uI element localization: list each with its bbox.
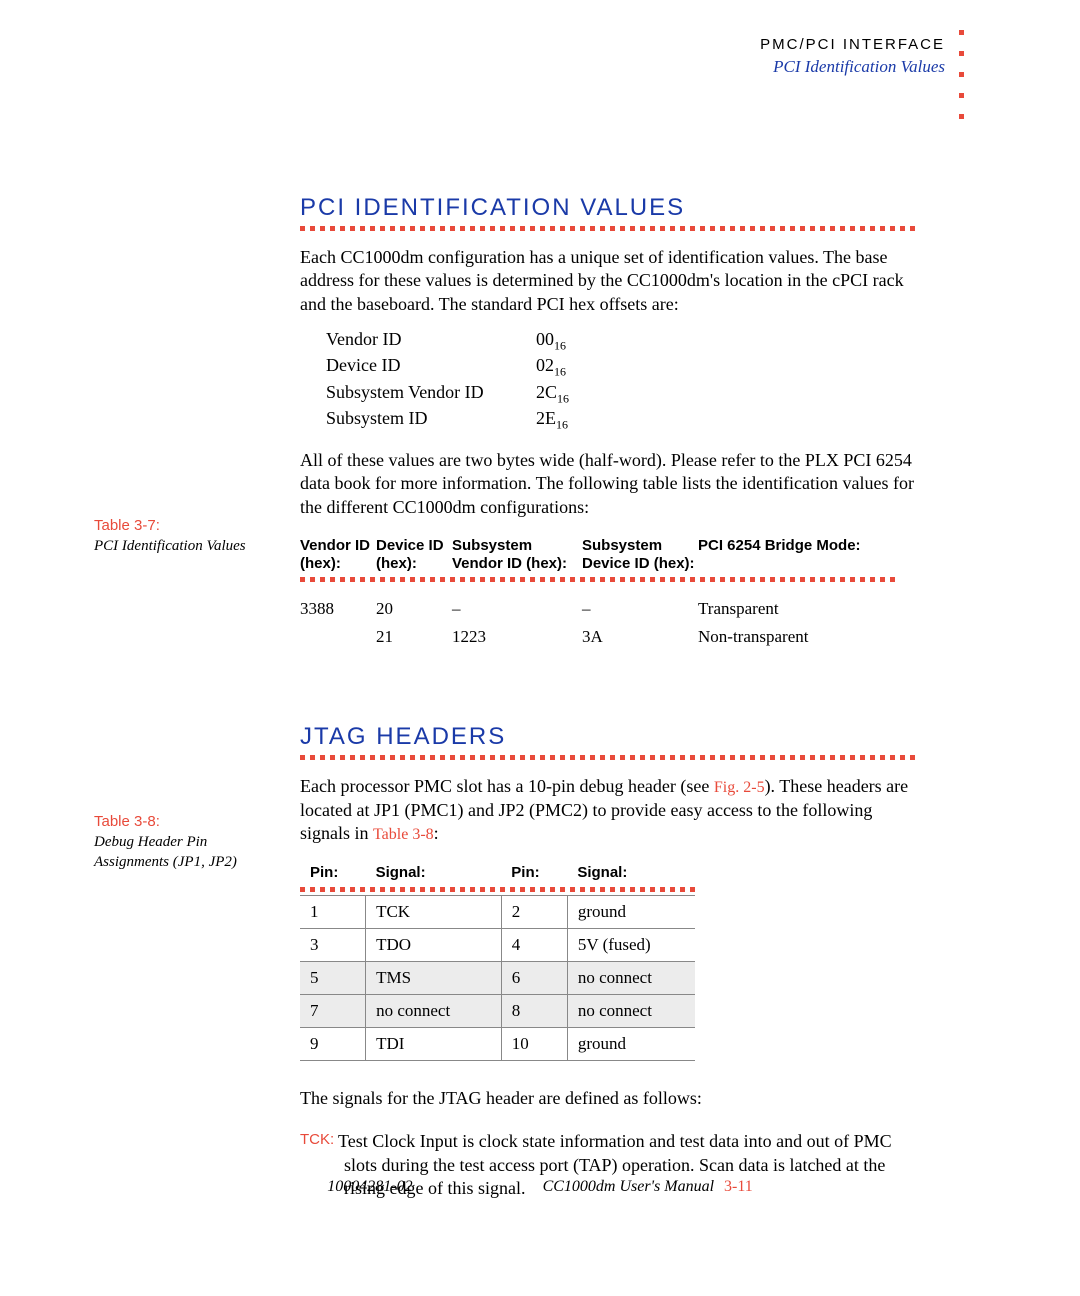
col-header: Vendor ID (hex):	[300, 537, 376, 575]
table-cell: 5V (fused)	[567, 929, 695, 962]
page-number: 3-11	[724, 1178, 753, 1195]
table-cell: Non-transparent	[698, 627, 898, 647]
col-header: Device ID (hex):	[376, 537, 452, 575]
table-cell: 5	[300, 962, 366, 995]
table-3-8-number: Table 3-8:	[94, 813, 160, 830]
table-3-7-title: PCI Identification Values	[94, 538, 246, 554]
table-cell: 9	[300, 1028, 366, 1061]
doc-number: 10004281-02	[327, 1178, 412, 1196]
table-cell: Transparent	[698, 599, 898, 619]
table-cell: ground	[567, 1028, 695, 1061]
table-cell: 10	[501, 1028, 567, 1061]
table-cell: 1	[300, 896, 366, 929]
header-section: PCI Identification Values	[760, 57, 945, 77]
dotted-rule	[300, 226, 920, 234]
link-fig-2-5[interactable]: Fig. 2-5	[714, 779, 765, 796]
col-header: Signal:	[567, 858, 695, 887]
dotted-rule	[300, 577, 900, 585]
table-cell: 6	[501, 962, 567, 995]
para-jtag-signals: The signals for the JTAG header are defi…	[300, 1087, 920, 1110]
table-row: 1TCK2ground	[300, 896, 695, 929]
table-3-7: Vendor ID (hex):Device ID (hex):Subsyste…	[300, 537, 920, 651]
manual-title: CC1000dm User's Manual	[543, 1178, 714, 1195]
table-cell: ground	[567, 896, 695, 929]
para-jtag-intro: Each processor PMC slot has a 10-pin deb…	[300, 775, 920, 846]
col-header: Subsystem Vendor ID (hex):	[452, 537, 582, 575]
table-row: 5TMS6no connect	[300, 962, 695, 995]
table-cell: 7	[300, 995, 366, 1028]
col-header: PCI 6254 Bridge Mode:	[698, 537, 898, 575]
offset-value: 2C16	[536, 381, 569, 407]
table-cell: 3A	[582, 627, 698, 647]
col-header: Subsystem Device ID (hex):	[582, 537, 698, 575]
table-cell: –	[452, 599, 582, 619]
col-header: Signal:	[366, 858, 502, 887]
col-header: Pin:	[300, 858, 366, 887]
offset-value: 0016	[536, 328, 566, 354]
table-row: 9TDI10ground	[300, 1028, 695, 1061]
header-chapter: PMC/PCI INTERFACE	[760, 36, 945, 53]
section-heading-jtag: JTAG HEADERS	[300, 723, 920, 751]
table-row: 7no connect8no connect	[300, 995, 695, 1028]
table-cell: 8	[501, 995, 567, 1028]
def-term: TCK:	[300, 1130, 338, 1150]
table-row: 338820––Transparent	[300, 595, 920, 623]
table-cell: 4	[501, 929, 567, 962]
dotted-rule	[300, 887, 695, 895]
table-cell: no connect	[366, 995, 502, 1028]
table-cell: TCK	[366, 896, 502, 929]
offset-value: 2E16	[536, 407, 568, 433]
offset-value: 0216	[536, 354, 566, 380]
main-content: PCI IDENTIFICATION VALUES Each CC1000dm …	[300, 194, 920, 1201]
table-row: 3TDO45V (fused)	[300, 929, 695, 962]
para-pci-intro: Each CC1000dm configuration has a unique…	[300, 246, 920, 316]
col-header: Pin:	[501, 858, 567, 887]
table-cell: 21	[376, 627, 452, 647]
offset-label: Subsystem Vendor ID	[326, 381, 536, 407]
table-cell: no connect	[567, 995, 695, 1028]
dotted-rule	[300, 755, 920, 763]
table-cell: no connect	[567, 962, 695, 995]
table-cell: 1223	[452, 627, 582, 647]
table-3-8-title: Debug Header Pin Assignments (JP1, JP2)	[94, 834, 237, 871]
para-pci-values: All of these values are two bytes wide (…	[300, 449, 920, 519]
table-cell: 3	[300, 929, 366, 962]
table-cell: –	[582, 599, 698, 619]
offset-label: Subsystem ID	[326, 407, 536, 433]
table-cell: TDI	[366, 1028, 502, 1061]
table-3-7-caption: Table 3-7: PCI Identification Values	[94, 516, 284, 556]
link-table-3-8[interactable]: Table 3-8	[373, 826, 434, 843]
table-3-8: Pin:Signal:Pin:Signal: 1TCK2ground3TDO45…	[300, 858, 695, 1061]
table-cell: 2	[501, 896, 567, 929]
section-heading-pci-id: PCI IDENTIFICATION VALUES	[300, 194, 920, 222]
vertical-dots-ornament	[959, 30, 964, 119]
offset-list: Vendor ID0016Device ID0216Subsystem Vend…	[326, 328, 920, 433]
offset-label: Device ID	[326, 354, 536, 380]
table-cell: 3388	[300, 599, 376, 619]
table-3-8-caption: Table 3-8: Debug Header Pin Assignments …	[94, 812, 284, 873]
offset-label: Vendor ID	[326, 328, 536, 354]
table-cell	[300, 627, 376, 647]
page-footer: 10004281-02 CC1000dm User's Manual 3-11	[0, 1178, 1080, 1196]
table-cell: TDO	[366, 929, 502, 962]
table-cell: TMS	[366, 962, 502, 995]
table-3-7-number: Table 3-7:	[94, 517, 160, 534]
page: PMC/PCI INTERFACE PCI Identification Val…	[0, 0, 1080, 1296]
page-header: PMC/PCI INTERFACE PCI Identification Val…	[760, 36, 945, 77]
table-cell: 20	[376, 599, 452, 619]
table-row: 2112233ANon-transparent	[300, 623, 920, 651]
